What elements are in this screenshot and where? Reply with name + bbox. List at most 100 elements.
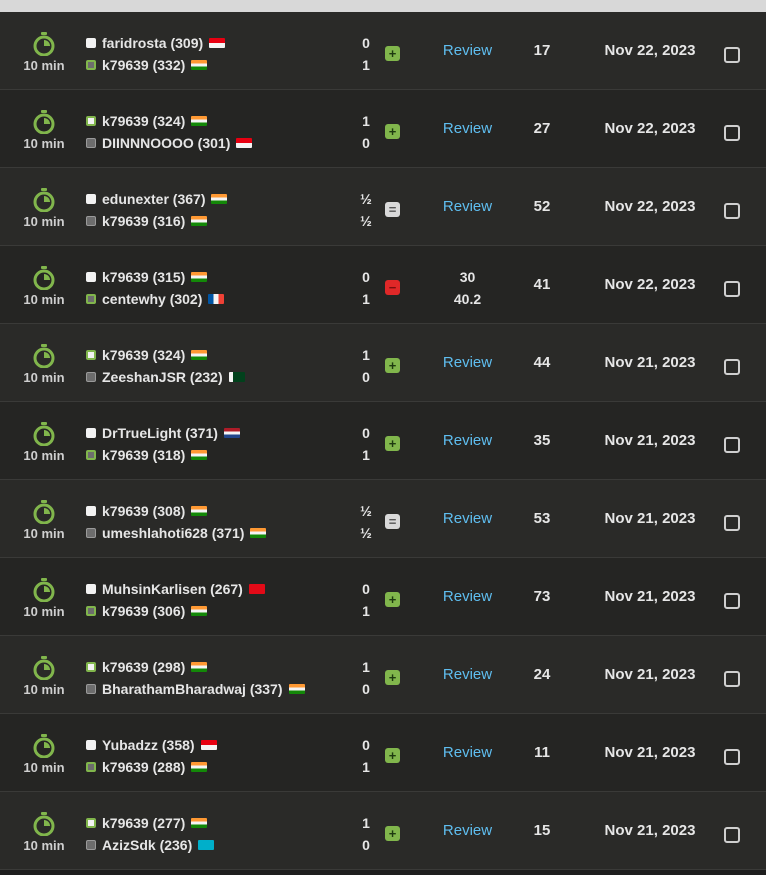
player-name[interactable]: Yubadzz (358) (102, 737, 195, 753)
select-checkbox[interactable] (724, 281, 740, 297)
player-name[interactable]: k79639 (324) (102, 347, 185, 363)
select-checkbox[interactable] (724, 593, 740, 609)
select-checkbox[interactable] (724, 437, 740, 453)
select-checkbox[interactable] (724, 47, 740, 63)
result-draw-icon: = (385, 202, 400, 217)
white-player[interactable]: Yubadzz (358) (86, 734, 217, 756)
game-row[interactable]: 10 min k79639 (277) AzizSdk (236) 1 0 + Review… (0, 792, 766, 870)
black-player[interactable]: AzizSdk (236) (86, 834, 215, 856)
white-player[interactable]: DrTrueLight (371) (86, 422, 240, 444)
player-name[interactable]: MuhsinKarlisen (267) (102, 581, 243, 597)
game-row[interactable]: 10 min edunexter (367) k79639 (316) ½ ½ = Revi… (0, 168, 766, 246)
game-row[interactable]: 10 min k79639 (324) ZeeshanJSR (232) 1 0 + Rev… (0, 324, 766, 402)
player-name[interactable]: k79639 (318) (102, 447, 185, 463)
review-link[interactable]: Review (430, 666, 505, 683)
player-name[interactable]: BharathamBharadwaj (337) (102, 681, 283, 697)
score-value: 1 (362, 447, 370, 463)
stopwatch-icon (14, 422, 74, 446)
white-player[interactable]: faridrosta (309) (86, 32, 226, 54)
black-player[interactable]: k79639 (306) (86, 600, 265, 622)
black-player[interactable]: centewhy (302) (86, 288, 225, 310)
black-player[interactable]: ZeeshanJSR (232) (86, 366, 245, 388)
black-player[interactable]: k79639 (332) (86, 54, 225, 76)
white-player[interactable]: k79639 (324) (86, 344, 245, 366)
select-checkbox[interactable] (724, 203, 740, 219)
select-checkbox[interactable] (724, 359, 740, 375)
player-name[interactable]: edunexter (367) (102, 191, 205, 207)
select-checkbox[interactable] (724, 515, 740, 531)
black-piece-icon (86, 138, 96, 148)
move-count: 41 (533, 276, 551, 293)
black-piece-icon (86, 216, 96, 226)
review-link[interactable]: Review (430, 744, 505, 761)
black-player[interactable]: k79639 (288) (86, 756, 217, 778)
review-link[interactable]: Review (430, 588, 505, 605)
black-piece-icon (86, 294, 96, 304)
player-name[interactable]: umeshlahoti628 (371) (102, 525, 244, 541)
review-link[interactable]: Review (430, 432, 505, 449)
stopwatch-icon (14, 344, 74, 368)
select-checkbox[interactable] (724, 827, 740, 843)
white-player[interactable]: k79639 (308) (86, 500, 266, 522)
country-flag-icon (191, 506, 208, 516)
player-name[interactable]: k79639 (277) (102, 815, 185, 831)
select-checkbox[interactable] (724, 125, 740, 141)
black-player[interactable]: k79639 (318) (86, 444, 240, 466)
player-name[interactable]: k79639 (298) (102, 659, 185, 675)
result-draw-icon: = (385, 514, 400, 529)
country-flag-icon (191, 60, 208, 70)
review-link[interactable]: Review (430, 120, 505, 137)
player-name[interactable]: ZeeshanJSR (232) (102, 369, 223, 385)
player-name[interactable]: AzizSdk (236) (102, 837, 192, 853)
review-link[interactable]: Review (430, 510, 505, 527)
game-row[interactable]: 10 min k79639 (298) BharathamBharadwaj (33… (0, 636, 766, 714)
player-name[interactable]: DrTrueLight (371) (102, 425, 218, 441)
game-row[interactable]: 10 min MuhsinKarlisen (267) k79639 (306) 0 1… (0, 558, 766, 636)
review-link[interactable]: Review (430, 198, 505, 215)
country-flag-icon (198, 840, 215, 850)
white-player[interactable]: k79639 (315) (86, 266, 224, 288)
time-control: 10 min (14, 32, 74, 73)
player-name[interactable]: faridrosta (309) (102, 35, 203, 51)
players: DrTrueLight (371) k79639 (318) (86, 422, 240, 466)
black-player[interactable]: BharathamBharadwaj (337) (86, 678, 305, 700)
white-piece-icon (86, 818, 96, 828)
select-checkbox[interactable] (724, 749, 740, 765)
players: k79639 (298) BharathamBharadwaj (337) (86, 656, 305, 700)
player-name[interactable]: k79639 (308) (102, 503, 185, 519)
white-player[interactable]: k79639 (324) (86, 110, 252, 132)
player-name[interactable]: k79639 (316) (102, 213, 185, 229)
player-name[interactable]: k79639 (324) (102, 113, 185, 129)
player-name[interactable]: k79639 (288) (102, 759, 185, 775)
game-date: Nov 21, 2023 (604, 354, 696, 371)
white-piece-icon (86, 740, 96, 750)
game-row[interactable]: 10 min k79639 (324) DIINNNOOOO (301) 1 0 + Rev… (0, 90, 766, 168)
player-name[interactable]: k79639 (332) (102, 57, 185, 73)
stopwatch-icon (14, 188, 74, 212)
stopwatch-icon (14, 266, 74, 290)
player-name[interactable]: k79639 (306) (102, 603, 185, 619)
result-win-icon: + (385, 748, 400, 763)
game-row[interactable]: 10 min k79639 (308) umeshlahoti628 (371) ½ ½… (0, 480, 766, 558)
select-checkbox[interactable] (724, 671, 740, 687)
black-player[interactable]: umeshlahoti628 (371) (86, 522, 267, 544)
white-player[interactable]: edunexter (367) (86, 188, 228, 210)
country-flag-icon (191, 216, 208, 226)
review-link[interactable]: Review (430, 822, 505, 839)
review-link[interactable]: Review (430, 354, 505, 371)
game-row[interactable]: 10 min DrTrueLight (371) k79639 (318) 0 1 + Re… (0, 402, 766, 480)
white-player[interactable]: MuhsinKarlisen (267) (86, 578, 265, 600)
game-score: 10 (356, 656, 376, 700)
white-player[interactable]: k79639 (298) (86, 656, 305, 678)
player-name[interactable]: centewhy (302) (102, 291, 202, 307)
game-row[interactable]: 10 min faridrosta (309) k79639 (332) 0 1 + Rev… (0, 12, 766, 90)
black-player[interactable]: DIINNNOOOO (301) (86, 132, 253, 154)
review-link[interactable]: Review (430, 42, 505, 59)
game-row[interactable]: 10 min k79639 (315) centewhy (302) 0 1−30 40.… (0, 246, 766, 324)
white-player[interactable]: k79639 (277) (86, 812, 214, 834)
black-player[interactable]: k79639 (316) (86, 210, 227, 232)
game-row[interactable]: 10 min Yubadzz (358) k79639 (288) 0 1 + Review… (0, 714, 766, 792)
player-name[interactable]: k79639 (315) (102, 269, 185, 285)
game-date: Nov 21, 2023 (604, 588, 696, 605)
player-name[interactable]: DIINNNOOOO (301) (102, 135, 230, 151)
